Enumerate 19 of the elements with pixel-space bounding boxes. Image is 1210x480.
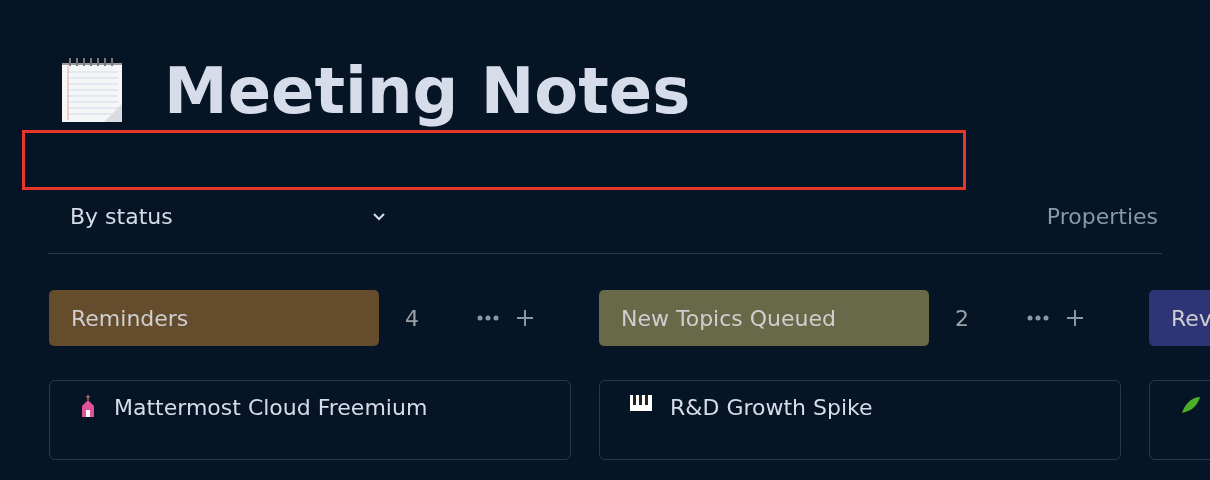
card-count: 4	[405, 304, 419, 333]
properties-button[interactable]: Properties	[1042, 200, 1162, 233]
church-icon	[80, 395, 96, 417]
column-header[interactable]: Reminders	[49, 290, 379, 346]
notepad-icon	[60, 58, 124, 124]
card-title: Mattermost Cloud Freemium	[114, 395, 428, 421]
more-icon[interactable]	[1027, 315, 1049, 321]
column-header[interactable]: New Topics Queued	[599, 290, 929, 346]
add-icon[interactable]	[1067, 310, 1083, 326]
note-card[interactable]: Mattermost Cloud Freemium	[49, 380, 571, 460]
view-dropdown[interactable]: By status	[48, 196, 408, 237]
more-icon[interactable]	[477, 315, 499, 321]
card-title: R&D Growth Spike	[670, 395, 873, 421]
piano-keys-icon	[630, 395, 652, 411]
add-icon[interactable]	[517, 310, 533, 326]
chevron-down-icon	[372, 211, 386, 222]
leaf-icon	[1180, 395, 1202, 415]
card-count: 2	[955, 304, 969, 333]
note-card[interactable]: R&D Growth Spike	[599, 380, 1121, 460]
